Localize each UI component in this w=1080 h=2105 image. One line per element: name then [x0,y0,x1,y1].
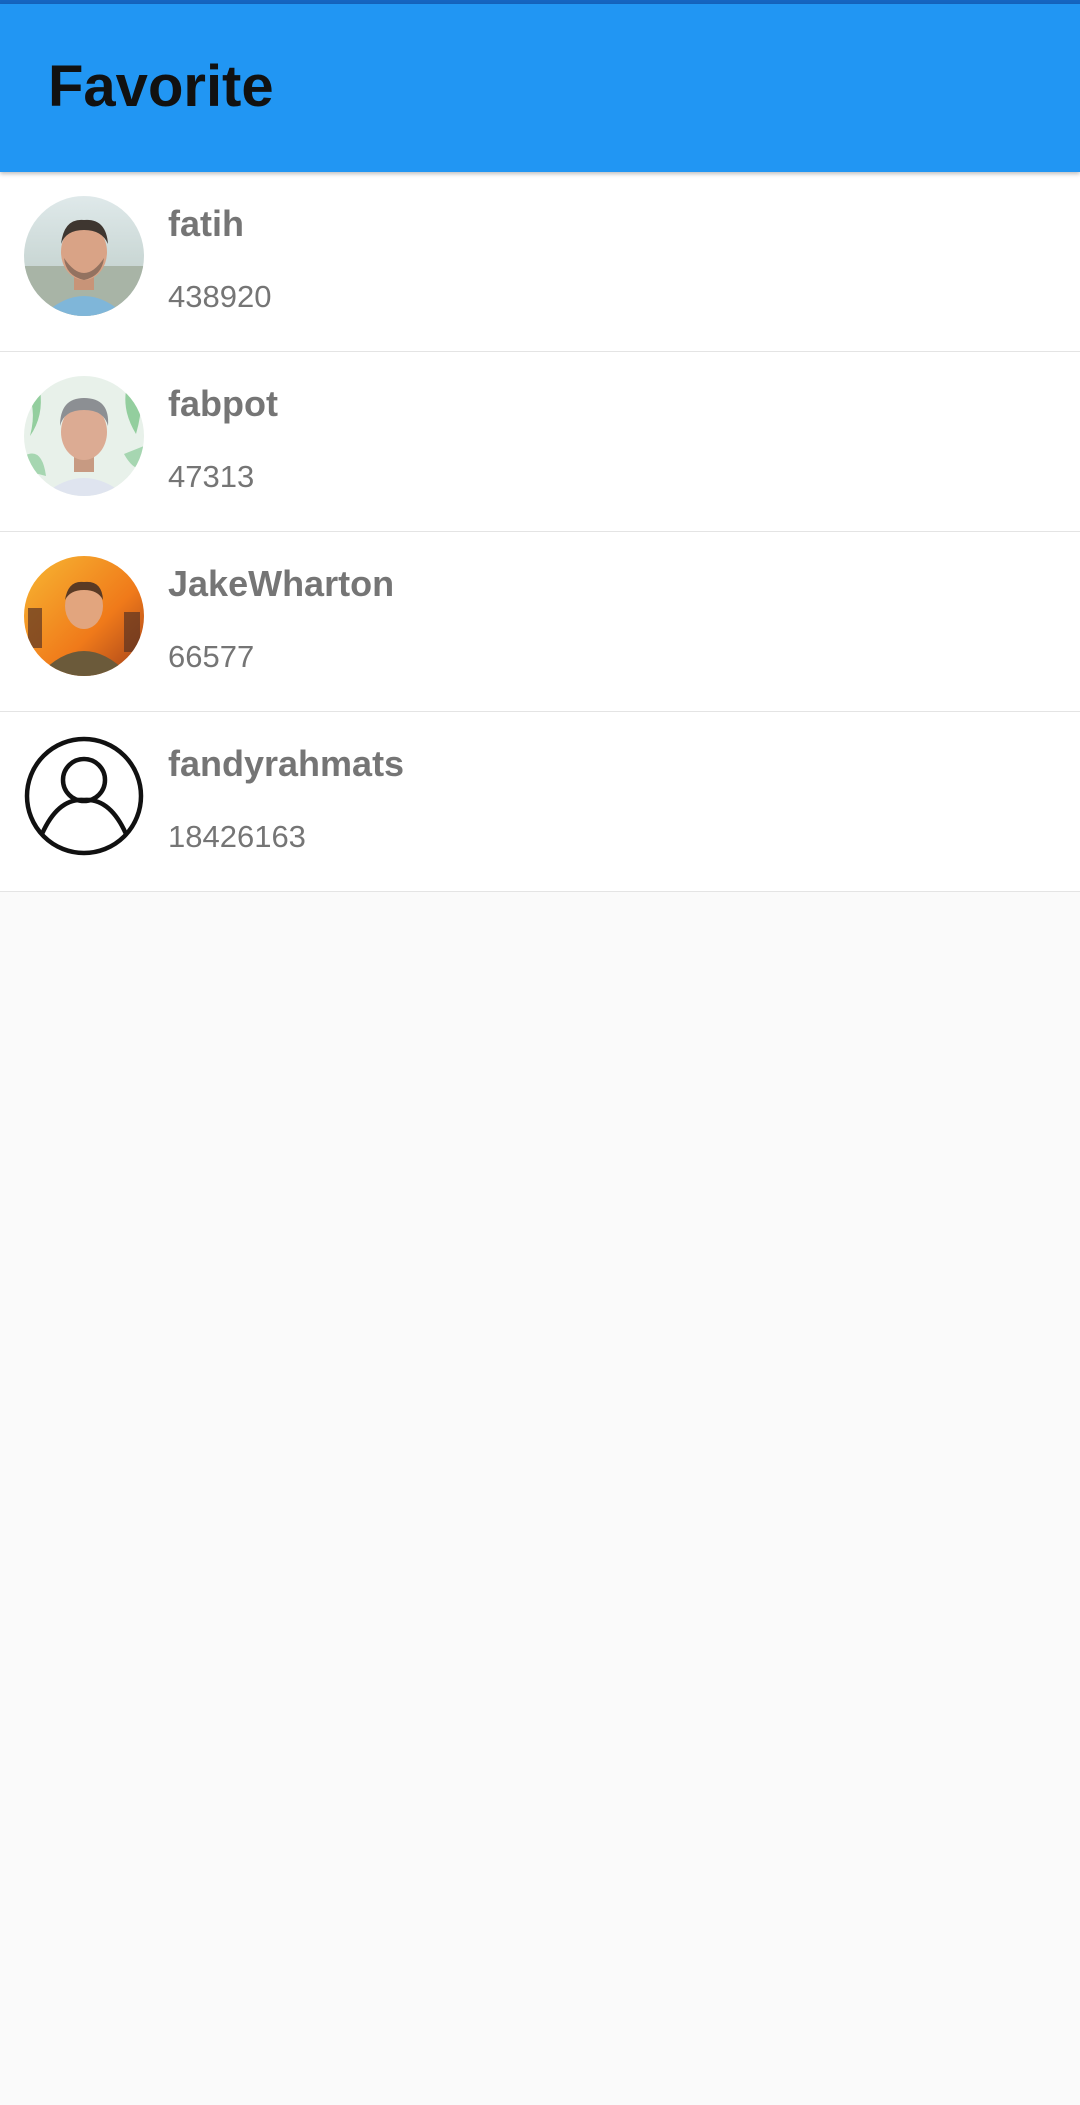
list-item[interactable]: JakeWharton 66577 [0,532,1080,712]
username: fandyrahmats [168,743,405,784]
user-id: 18426163 [168,819,306,854]
user-id: 66577 [168,639,255,674]
avatar [24,196,144,316]
avatar [24,376,144,496]
page-title: Favorite [48,54,274,119]
user-id: 438920 [168,279,272,314]
avatar [24,556,144,676]
app-bar: Favorite [0,4,1080,172]
username: fabpot [168,383,278,424]
favorite-list: fatih 438920 fabpot 47313 JakeWharton 66… [0,172,1080,892]
list-item[interactable]: fandyrahmats 18426163 [0,712,1080,892]
user-id: 47313 [168,459,255,494]
username: fatih [168,203,244,244]
list-item[interactable]: fabpot 47313 [0,352,1080,532]
username: JakeWharton [168,563,395,604]
list-item[interactable]: fatih 438920 [0,172,1080,352]
user-placeholder-icon [24,736,144,856]
